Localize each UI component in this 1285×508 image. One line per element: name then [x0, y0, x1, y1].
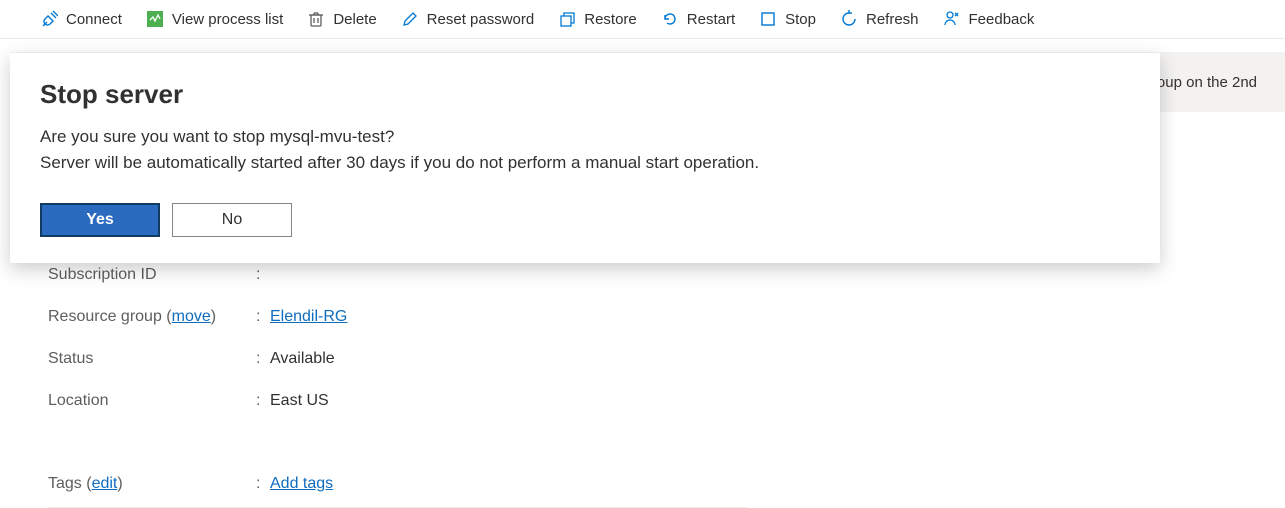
restart-icon: [661, 10, 679, 28]
resource-group-move-wrap: (move): [166, 308, 216, 325]
no-button[interactable]: No: [172, 203, 292, 237]
reset-password-label: Reset password: [427, 11, 535, 28]
connect-icon: [40, 10, 58, 28]
stop-button[interactable]: Stop: [759, 10, 816, 28]
reset-password-button[interactable]: Reset password: [401, 10, 535, 28]
refresh-label: Refresh: [866, 11, 919, 28]
yes-button[interactable]: Yes: [40, 203, 160, 237]
status-value: Available: [270, 350, 748, 368]
dialog-line2: Server will be automatically started aft…: [40, 150, 1130, 176]
tags-value: Add tags: [270, 475, 748, 493]
feedback-label: Feedback: [969, 11, 1035, 28]
location-value: East US: [270, 392, 748, 410]
trash-icon: [307, 10, 325, 28]
restore-icon: [558, 10, 576, 28]
resource-group-label-text: Resource group: [48, 308, 162, 325]
tags-label-text: Tags: [48, 475, 82, 492]
dialog-title: Stop server: [40, 79, 1130, 110]
location-row: Location : East US: [48, 380, 748, 422]
add-tags-link[interactable]: Add tags: [270, 475, 333, 492]
connect-button[interactable]: Connect: [40, 10, 122, 28]
resource-group-row: Resource group (move) : Elendil-RG: [48, 296, 748, 338]
colon: :: [256, 308, 270, 326]
resource-group-move-link[interactable]: move: [172, 308, 211, 325]
tags-edit-wrap: (edit): [86, 475, 122, 492]
restore-label: Restore: [584, 11, 637, 28]
delete-label: Delete: [333, 11, 376, 28]
resource-group-label: Resource group (move): [48, 308, 256, 326]
restart-button[interactable]: Restart: [661, 10, 735, 28]
dialog-line1: Are you sure you want to stop mysql-mvu-…: [40, 124, 1130, 150]
delete-button[interactable]: Delete: [307, 10, 376, 28]
colon: :: [256, 392, 270, 410]
status-label: Status: [48, 350, 256, 368]
view-process-list-label: View process list: [172, 11, 283, 28]
dialog-body: Are you sure you want to stop mysql-mvu-…: [40, 124, 1130, 177]
colon: :: [256, 350, 270, 368]
restore-button[interactable]: Restore: [558, 10, 637, 28]
resource-group-link[interactable]: Elendil-RG: [270, 308, 347, 325]
refresh-button[interactable]: Refresh: [840, 10, 919, 28]
status-row: Status : Available: [48, 338, 748, 380]
pencil-icon: [401, 10, 419, 28]
resource-group-value: Elendil-RG: [270, 308, 748, 326]
subscription-id-label: Subscription ID: [48, 266, 256, 284]
feedback-button[interactable]: Feedback: [943, 10, 1035, 28]
restart-label: Restart: [687, 11, 735, 28]
stop-icon: [759, 10, 777, 28]
stop-server-dialog: Stop server Are you sure you want to sto…: [10, 53, 1160, 263]
command-toolbar: Connect View process list Delete: [0, 0, 1285, 39]
stop-label: Stop: [785, 11, 816, 28]
connect-label: Connect: [66, 11, 122, 28]
process-list-icon: [146, 10, 164, 28]
tags-label: Tags (edit): [48, 475, 256, 493]
resource-details: Subscription ID : Resource group (move) …: [48, 254, 748, 508]
feedback-icon: [943, 10, 961, 28]
view-process-list-button[interactable]: View process list: [146, 10, 283, 28]
banner-text: oup on the 2nd: [1157, 74, 1257, 91]
tags-row: Tags (edit) : Add tags: [48, 466, 748, 508]
dialog-actions: Yes No: [40, 203, 1130, 237]
location-label: Location: [48, 392, 256, 410]
refresh-icon: [840, 10, 858, 28]
colon: :: [256, 266, 270, 284]
tags-edit-link[interactable]: edit: [92, 475, 118, 492]
colon: :: [256, 475, 270, 493]
